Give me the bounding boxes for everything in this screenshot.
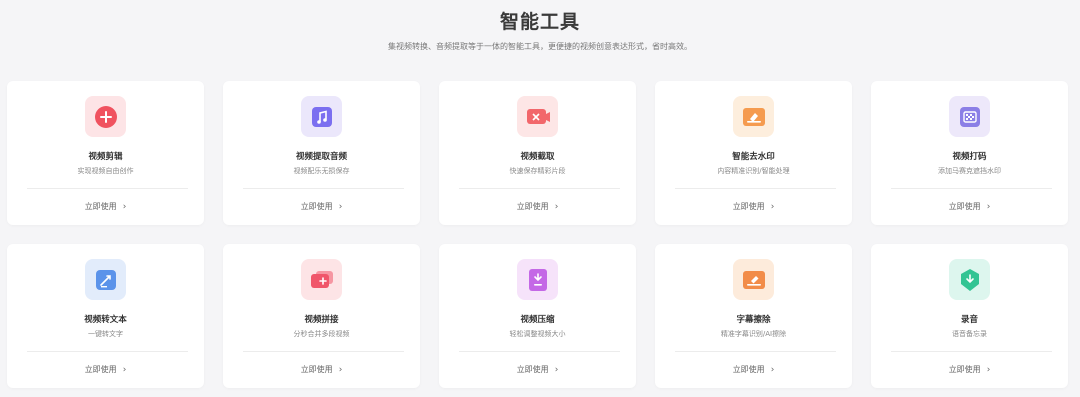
chevron-right-icon: › [338,365,343,375]
divider [891,188,1052,189]
tool-description: 精准字幕识别/AI擦除 [720,330,787,338]
tool-card[interactable]: 智能去水印 内容精准识别/智能处理 立即使用 › [655,81,852,225]
tool-card[interactable]: 视频转文本 一键转文字 立即使用 › [7,244,204,388]
tools-grid: 视频剪辑 实现视频自由创作 立即使用 › 视频提取音频 视频配乐无损保存 立即使用… [7,81,1075,388]
tool-card[interactable]: 视频压缩 轻松调整视频大小 立即使用 › [439,244,636,388]
tool-card[interactable]: 视频打码 添加马赛克遮挡水印 立即使用 › [871,81,1068,225]
use-now-button[interactable]: 立即使用 › [223,201,420,213]
tool-title: 视频拼接 [304,315,339,325]
tool-card[interactable]: 视频拼接 分秒合并多段视频 立即使用 › [223,244,420,388]
tool-card[interactable]: 视频提取音频 视频配乐无损保存 立即使用 › [223,81,420,225]
tool-description: 实现视频自由创作 [77,167,134,175]
tool-card[interactable]: 录音 语音备忘录 立即使用 › [871,244,1068,388]
page-header: 智能工具 集视频转换、音频提取等于一体的智能工具，更便捷的视频创意表达形式，省时… [0,0,1080,80]
tool-title: 录音 [960,315,978,325]
page-subtitle: 集视频转换、音频提取等于一体的智能工具，更便捷的视频创意表达形式，省时高效。 [388,42,692,51]
use-now-label: 立即使用 [84,202,117,211]
tool-title: 视频压缩 [520,315,555,325]
tool-title: 字幕擦除 [736,315,771,325]
tool-description: 语音备忘录 [952,330,987,338]
tool-description: 一键转文字 [88,330,123,338]
divider [675,188,836,189]
watermark-remove-icon [733,96,774,137]
video-compress-icon [517,259,558,300]
divider [675,351,836,352]
use-now-label: 立即使用 [948,365,981,374]
tool-title: 视频打码 [952,152,987,162]
tool-title: 视频剪辑 [88,152,123,162]
tool-card[interactable]: 视频截取 快速保存精彩片段 立即使用 › [439,81,636,225]
tool-description: 轻松调整视频大小 [509,330,566,338]
divider [27,188,188,189]
divider [459,351,620,352]
video-edit-icon [85,96,126,137]
chevron-right-icon: › [554,202,559,212]
divider [27,351,188,352]
use-now-label: 立即使用 [300,365,333,374]
use-now-label: 立即使用 [732,202,765,211]
chevron-right-icon: › [770,365,775,375]
use-now-button[interactable]: 立即使用 › [223,364,420,376]
use-now-label: 立即使用 [516,365,549,374]
chevron-right-icon: › [122,365,127,375]
tool-title: 视频提取音频 [295,152,347,162]
chevron-right-icon: › [770,202,775,212]
tool-description: 视频配乐无损保存 [293,167,350,175]
use-now-label: 立即使用 [84,365,117,374]
use-now-button[interactable]: 立即使用 › [655,364,852,376]
divider [891,351,1052,352]
chevron-right-icon: › [122,202,127,212]
audio-extract-icon [301,96,342,137]
subtitle-erase-icon [733,259,774,300]
divider [243,351,404,352]
tool-title: 视频转文本 [84,315,127,325]
use-now-button[interactable]: 立即使用 › [871,364,1068,376]
video-to-text-icon [85,259,126,300]
tool-description: 分秒合并多段视频 [293,330,350,338]
use-now-label: 立即使用 [516,202,549,211]
page-title: 智能工具 [499,11,580,33]
chevron-right-icon: › [986,202,991,212]
divider [459,188,620,189]
use-now-button[interactable]: 立即使用 › [871,201,1068,213]
tool-description: 内容精准识别/智能处理 [717,167,790,175]
tool-title: 视频截取 [520,152,555,162]
chevron-right-icon: › [338,202,343,212]
tool-card[interactable]: 字幕擦除 精准字幕识别/AI擦除 立即使用 › [655,244,852,388]
use-now-label: 立即使用 [948,202,981,211]
tool-title: 智能去水印 [732,152,775,162]
tool-description: 快速保存精彩片段 [509,167,566,175]
use-now-button[interactable]: 立即使用 › [439,364,636,376]
chevron-right-icon: › [986,365,991,375]
mosaic-icon [949,96,990,137]
divider [243,188,404,189]
record-icon [949,259,990,300]
use-now-button[interactable]: 立即使用 › [655,201,852,213]
use-now-button[interactable]: 立即使用 › [439,201,636,213]
tool-card[interactable]: 视频剪辑 实现视频自由创作 立即使用 › [7,81,204,225]
video-clip-icon [517,96,558,137]
use-now-label: 立即使用 [300,202,333,211]
use-now-button[interactable]: 立即使用 › [7,201,204,213]
use-now-button[interactable]: 立即使用 › [7,364,204,376]
video-merge-icon [301,259,342,300]
use-now-label: 立即使用 [732,365,765,374]
chevron-right-icon: › [554,365,559,375]
tool-description: 添加马赛克遮挡水印 [938,167,1001,175]
